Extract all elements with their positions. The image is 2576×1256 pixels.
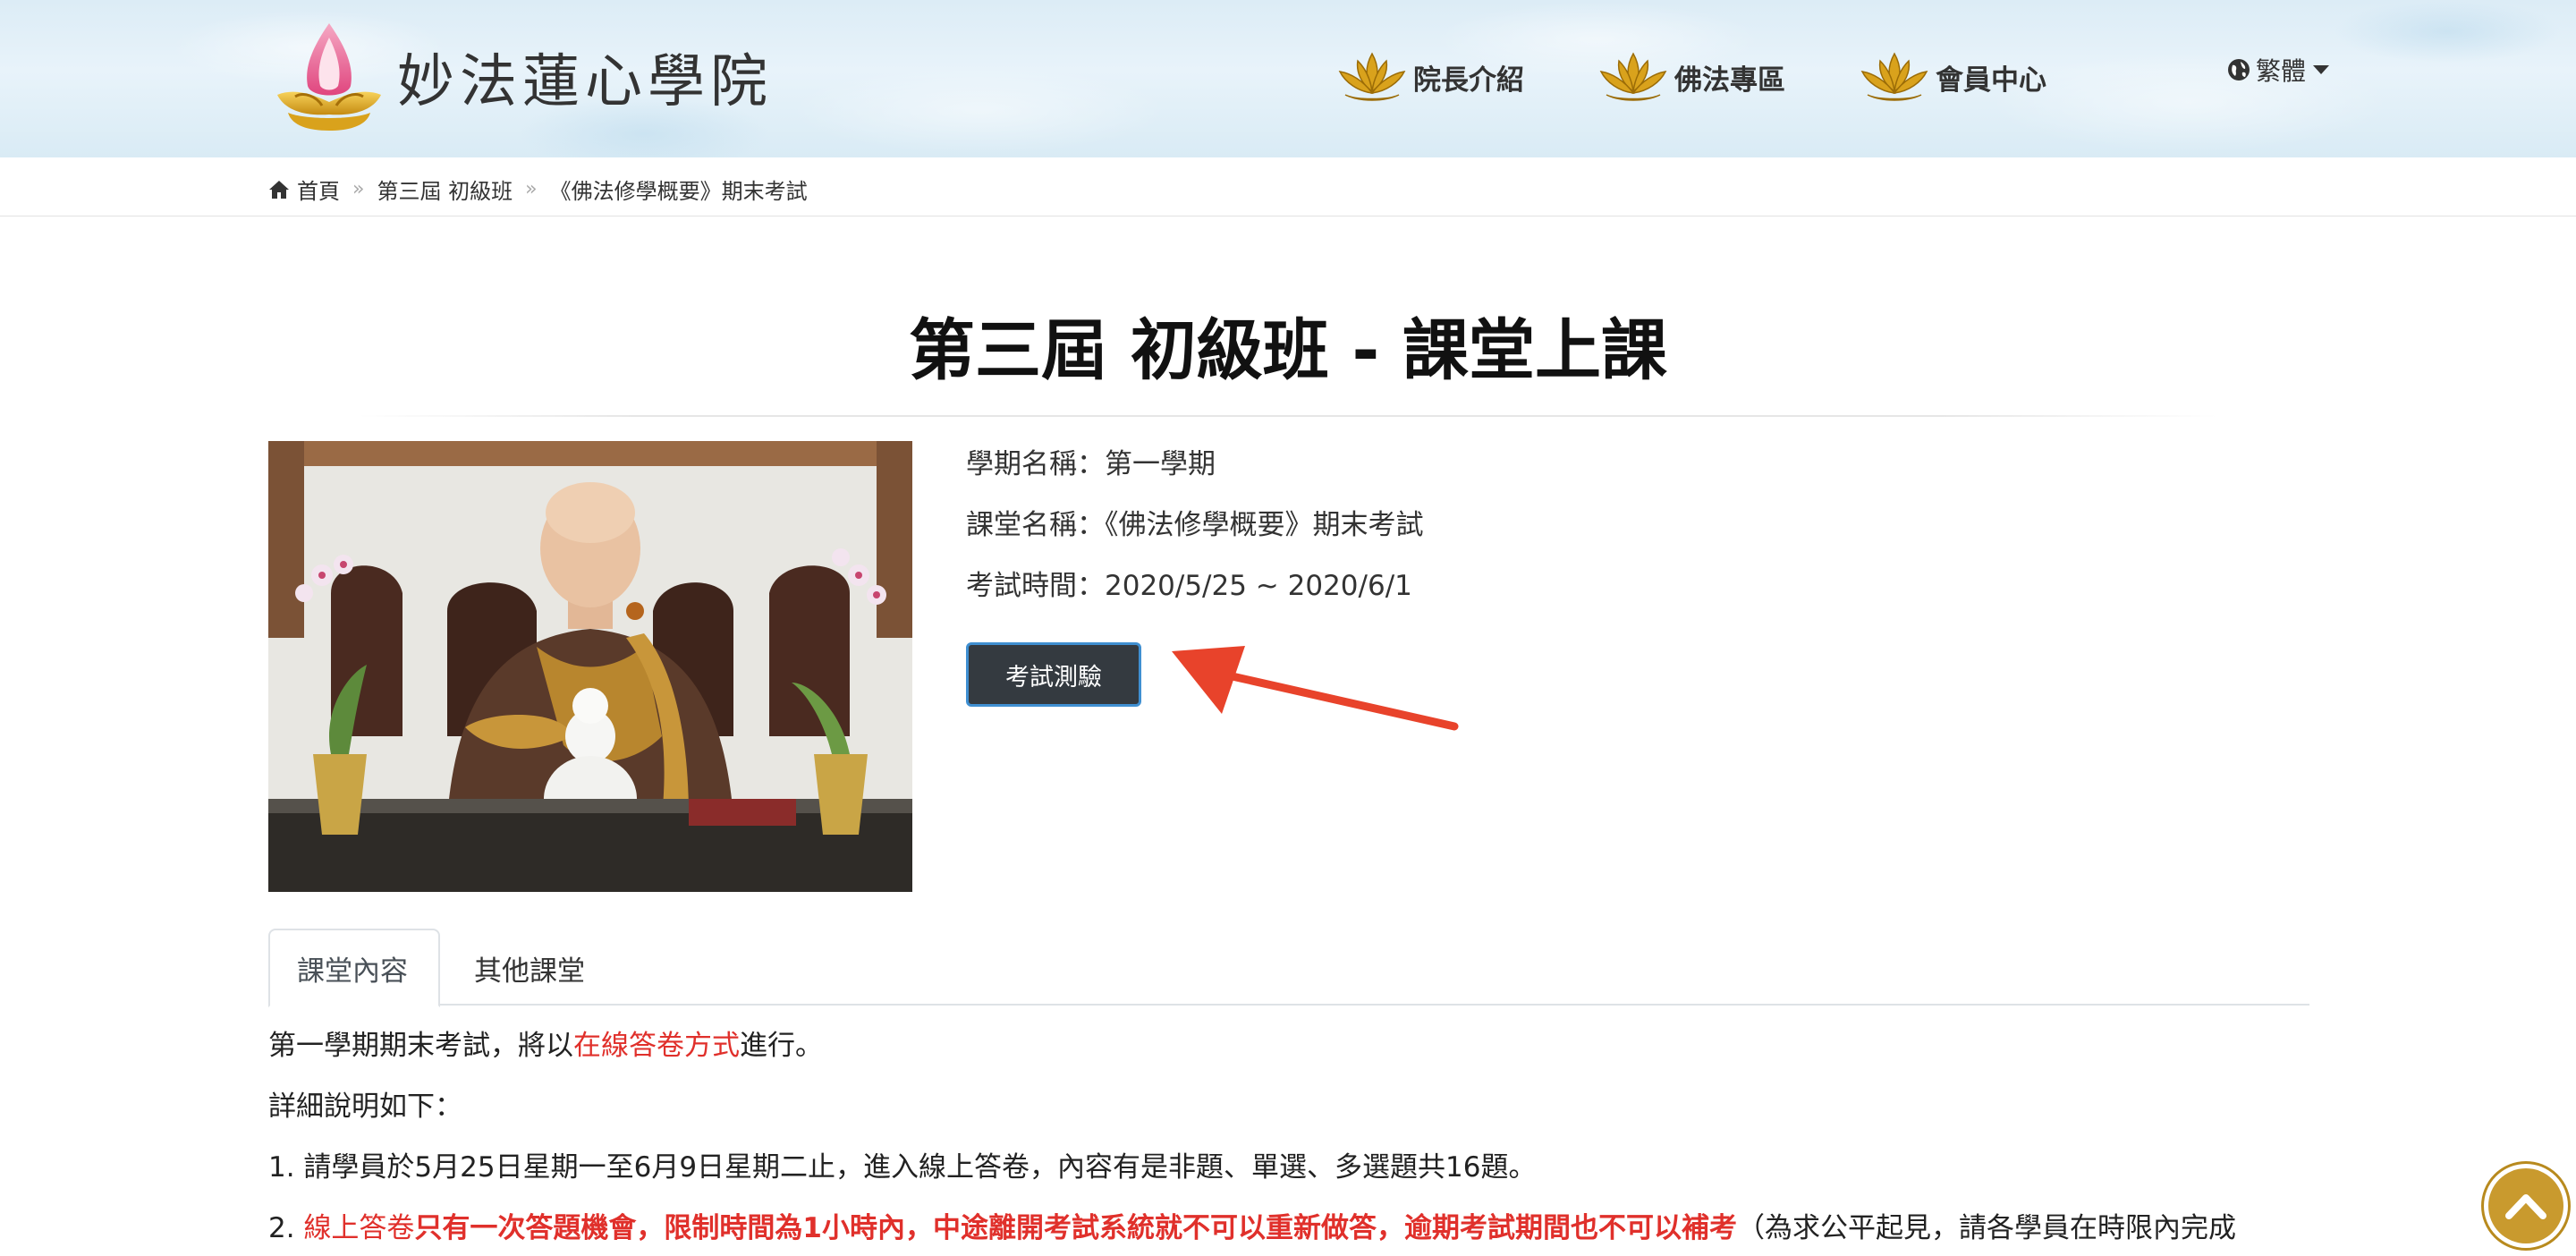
highlight-text: 只有一次答題機會，限制時間為1小時內，中途離開考試系統就不可以重新做答，逾期考試…: [414, 1212, 1738, 1244]
content-line: 1. 請學員於5月25日星期一至6月9日星期二止，進入線上答卷，內容有是非題、單…: [268, 1151, 1537, 1184]
nav-item-director[interactable]: 院長介紹: [1335, 48, 1524, 106]
lotus-logo-icon[interactable]: [268, 20, 390, 136]
exam-time: 考試時間：2020/5/25 ~ 2020/6/1: [966, 570, 1412, 602]
term-name: 學期名稱：第一學期: [966, 448, 1216, 480]
content-line: 第一學期期末考試，將以在線答卷方式進行。: [268, 1023, 2326, 1084]
nav-item-buddhism[interactable]: 佛法專區: [1596, 48, 1785, 106]
breadcrumb-home-link[interactable]: 首頁: [297, 174, 340, 205]
class-name: 課堂名稱：《佛法修學概要》期末考試: [966, 509, 1424, 541]
breadcrumb-class-link[interactable]: 第三屆 初級班: [377, 174, 513, 205]
lotus-icon: [1860, 52, 1928, 101]
nav-item-member[interactable]: 會員中心: [1857, 48, 2046, 106]
class-video-thumbnail[interactable]: [268, 441, 912, 892]
content-tabs: 課堂內容 其他課堂: [268, 929, 2309, 1007]
title-divider: [358, 415, 2218, 417]
scroll-to-top-button[interactable]: [2481, 1161, 2571, 1251]
chevron-up-icon: [2505, 1194, 2546, 1219]
text-segment: 第一學期期末考試，將以: [268, 1030, 573, 1062]
globe-icon: [2228, 59, 2250, 81]
lotus-icon: [1599, 52, 1667, 101]
breadcrumb-separator-icon: »: [525, 178, 538, 200]
chevron-down-icon: [2313, 65, 2330, 74]
home-icon: [269, 180, 289, 199]
breadcrumb-current: 《佛法修學概要》期末考試: [549, 179, 808, 204]
text-segment: （為求公平起見，請各學員在時限內完成: [1737, 1212, 2237, 1244]
language-dropdown[interactable]: 繁體: [2227, 52, 2330, 88]
highlight-text: 在線答卷方式: [573, 1030, 740, 1062]
page-title: 第三屆 初級班 - 課堂上課: [909, 312, 1667, 389]
tab-class-content[interactable]: 課堂內容: [268, 929, 440, 1007]
text-segment: 2.: [268, 1212, 304, 1244]
scroll-to-top-inner: [2488, 1168, 2563, 1243]
class-content: 第一學期期末考試，將以在線答卷方式進行。 詳細說明如下： 1. 請學員於5月25…: [268, 1023, 2326, 1256]
nav-label: 院長介紹: [1413, 64, 1524, 97]
course-info: 學期名稱：第一學期 課堂名稱：《佛法修學概要》期末考試 考試時間：2020/5/…: [966, 442, 1424, 624]
text-segment: 進行。: [740, 1030, 823, 1062]
nav-label: 會員中心: [1936, 64, 2046, 97]
breadcrumb-separator-icon: »: [352, 178, 365, 200]
breadcrumb: 首頁 » 第三屆 初級班 » 《佛法修學概要》期末考試: [268, 174, 808, 205]
language-label: 繁體: [2256, 56, 2307, 86]
exam-test-button[interactable]: 考試測驗: [966, 642, 1141, 707]
site-title[interactable]: 妙法蓮心學院: [397, 36, 773, 118]
breadcrumb-bar: 首頁 » 第三屆 初級班 » 《佛法修學概要》期末考試: [0, 157, 2576, 216]
highlight-text: 線上答卷: [303, 1212, 415, 1244]
content-line: 詳細說明如下：: [268, 1091, 462, 1123]
tab-other-classes[interactable]: 其他課堂: [447, 929, 612, 1007]
content-line: 2. 線上答卷只有一次答題機會，限制時間為1小時內，中途離開考試系統就不可以重新…: [268, 1206, 2326, 1256]
nav-label: 佛法專區: [1674, 64, 1785, 97]
site-header: 妙法蓮心學院 院長介紹 佛法專區 會員中心 繁體: [0, 0, 2576, 157]
lotus-icon: [1338, 52, 1406, 101]
red-arrow-annotation-icon: [1172, 646, 1459, 731]
